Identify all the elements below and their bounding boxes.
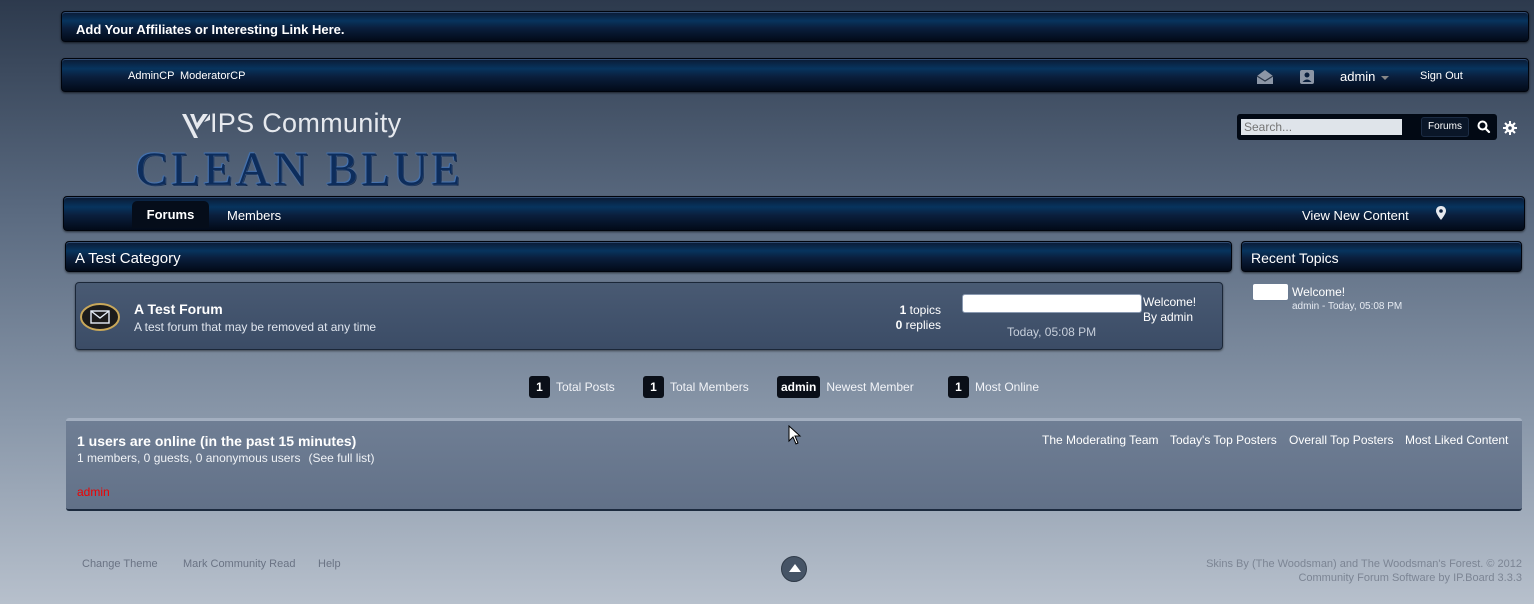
forum-replies-count: 0 replies	[896, 318, 941, 332]
mouse-cursor-icon	[788, 425, 802, 445]
stat-value: 1	[643, 376, 664, 398]
admincp-link[interactable]: AdminCP	[128, 70, 174, 82]
modcp-link[interactable]: ModeratorCP	[180, 70, 245, 82]
affiliate-bar: Add Your Affiliates or Interesting Link …	[61, 11, 1529, 42]
search-scope[interactable]: Forums	[1421, 117, 1469, 137]
forum-envelope-icon	[80, 303, 120, 331]
last-post-author[interactable]: By admin	[1143, 310, 1193, 324]
envelope-icon[interactable]	[1256, 69, 1274, 84]
recent-topic-title[interactable]: Welcome!	[1292, 285, 1345, 299]
gear-icon[interactable]	[1503, 121, 1517, 135]
recent-topics-header: Recent Topics	[1241, 241, 1522, 272]
stat-label: Most Online	[975, 380, 1040, 394]
topics-count: 1	[899, 303, 907, 317]
affiliate-text[interactable]: Add Your Affiliates or Interesting Link …	[76, 22, 344, 37]
forum-description: A test forum that may be removed at any …	[134, 320, 377, 334]
stat-most-online: 1 Most Online	[948, 376, 1039, 398]
online-user-link[interactable]: admin	[77, 485, 110, 499]
map-marker-icon[interactable]	[1436, 206, 1446, 220]
stat-label: Total Members	[670, 380, 749, 394]
forum-topics-count: 1 topics	[900, 303, 941, 317]
user-bar: AdminCP ModeratorCP admin Sign Out	[61, 58, 1529, 92]
skin-credit[interactable]: Skins By (The Woodsman) and The Woodsman…	[1206, 558, 1522, 570]
last-post-title[interactable]: Welcome!	[1143, 295, 1196, 309]
forum-row: A Test Forum A test forum that may be re…	[75, 282, 1223, 350]
last-post-avatar[interactable]	[962, 294, 1142, 313]
overall-top-posters-link[interactable]: Overall Top Posters	[1289, 433, 1394, 447]
most-liked-content-link[interactable]: Most Liked Content	[1405, 433, 1508, 447]
caret-down-icon	[1381, 75, 1390, 80]
stat-newest-member: admin Newest Member	[777, 376, 914, 398]
sign-out-link[interactable]: Sign Out	[1420, 70, 1463, 82]
stat-total-members: 1 Total Members	[643, 376, 749, 398]
search-input[interactable]	[1241, 119, 1402, 135]
search-icon[interactable]	[1475, 118, 1493, 136]
forum-title[interactable]: A Test Forum	[134, 301, 223, 317]
stat-total-posts: 1 Total Posts	[529, 376, 615, 398]
stat-value[interactable]: admin	[777, 376, 821, 398]
stat-value: 1	[948, 376, 969, 398]
username: admin	[1340, 69, 1376, 84]
online-subtitle: 1 members, 0 guests, 0 anonymous users (S…	[77, 451, 374, 465]
main-nav: Forums Members View New Content	[63, 196, 1525, 231]
badge-icon[interactable]	[1299, 69, 1315, 84]
online-counts: 1 members, 0 guests, 0 anonymous users	[77, 451, 301, 465]
search-box: Forums	[1237, 114, 1497, 140]
category-header: A Test Category	[65, 241, 1232, 272]
stat-value: 1	[529, 376, 550, 398]
last-post-date: Today, 05:08 PM	[1007, 325, 1097, 339]
back-to-top-icon[interactable]	[781, 556, 807, 582]
logo-title: IPS Community	[210, 108, 402, 138]
online-title: 1 users are online (in the past 15 minut…	[77, 433, 357, 449]
tab-members[interactable]: Members	[227, 208, 281, 223]
change-theme-link[interactable]: Change Theme	[82, 558, 158, 570]
moderating-team-link[interactable]: The Moderating Team	[1042, 433, 1159, 447]
tab-forums[interactable]: Forums	[132, 201, 209, 228]
recent-topic-meta: admin - Today, 05:08 PM	[1292, 301, 1403, 312]
recent-topics-title: Recent Topics	[1251, 250, 1339, 266]
help-link[interactable]: Help	[318, 558, 341, 570]
logo-subtitle: CLEAN BLUE	[136, 143, 464, 196]
stat-label: Total Posts	[556, 380, 615, 394]
user-menu[interactable]: admin	[1340, 69, 1390, 84]
category-title[interactable]: A Test Category	[75, 250, 181, 267]
topics-label: topics	[909, 303, 941, 317]
recent-topic-avatar[interactable]	[1252, 283, 1289, 301]
todays-top-posters-link[interactable]: Today's Top Posters	[1170, 433, 1277, 447]
view-new-content-link[interactable]: View New Content	[1302, 208, 1409, 223]
mark-community-read-link[interactable]: Mark Community Read	[183, 558, 295, 570]
see-full-list-link[interactable]: (See full list)	[308, 451, 374, 465]
replies-label: replies	[905, 318, 941, 332]
replies-count: 0	[895, 318, 903, 332]
logo-mark-icon	[182, 114, 210, 138]
logo[interactable]: IPS Community CLEAN BLUE	[136, 104, 466, 196]
stat-label: Newest Member	[826, 380, 914, 394]
software-credit[interactable]: Community Forum Software by IP.Board 3.3…	[1298, 572, 1522, 584]
